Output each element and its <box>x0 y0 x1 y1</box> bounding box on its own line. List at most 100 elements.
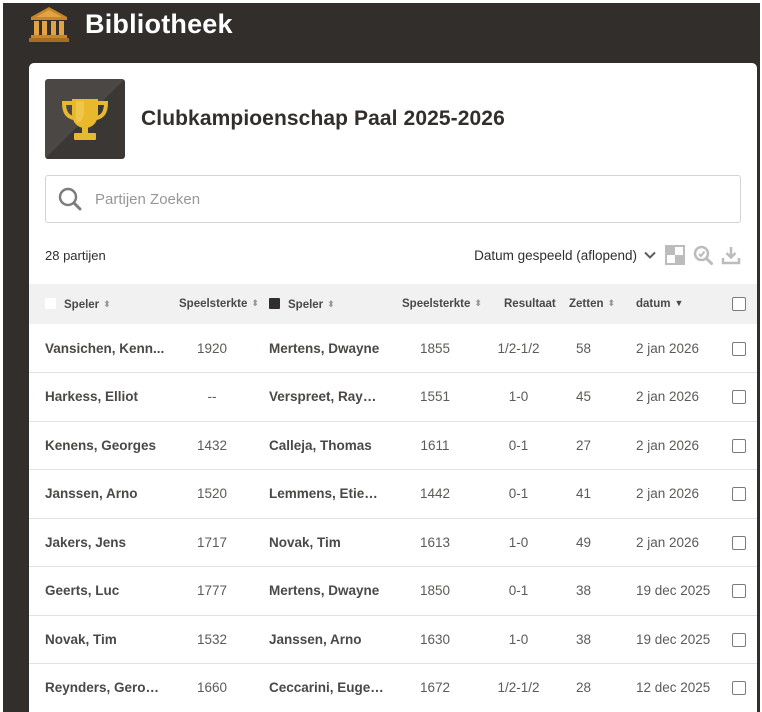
col-date[interactable]: datum ▼ <box>616 284 720 324</box>
white-rating: 1660 <box>196 680 228 696</box>
white-player-name[interactable]: Kenens, Georges <box>29 421 165 470</box>
trophy-icon <box>45 79 125 159</box>
moves-count: 38 <box>575 583 592 599</box>
table-row[interactable]: Novak, Tim 1532 Janssen, Arno 1630 1-0 38 19 d… <box>29 615 757 664</box>
col-black-rating[interactable]: Speelsterkte ⬍ <box>384 284 486 324</box>
black-player-name[interactable]: Janssen, Arno <box>259 615 384 664</box>
games-count: 28 partijen <box>45 247 106 263</box>
row-select-cell <box>720 567 757 616</box>
sort-desc-icon: ▼ <box>674 298 684 308</box>
library-card: Clubkampioenschap Paal 2025-2026 28 part… <box>29 63 757 712</box>
sort-icon: ⬍ <box>327 298 335 309</box>
analysis-icon[interactable] <box>693 245 713 265</box>
table-row[interactable]: Reynders, Gerome 1660 Ceccarini, Eugenio 16… <box>29 664 757 712</box>
white-rating: -- <box>207 389 217 405</box>
result: 1-0 <box>508 631 529 647</box>
white-rating: 1532 <box>196 631 228 647</box>
col-white-player[interactable]: Speler ⬍ <box>29 284 165 324</box>
row-select-cell <box>720 470 757 519</box>
black-player-name[interactable]: Mertens, Dwayne <box>259 324 384 373</box>
result: 1/2-1/2 <box>497 680 540 696</box>
col-moves[interactable]: Zetten ⬍ <box>551 284 616 324</box>
search-input[interactable] <box>95 190 695 208</box>
moves-count: 27 <box>575 437 592 453</box>
row-checkbox[interactable] <box>731 487 746 502</box>
black-player-name[interactable]: Mertens, Dwayne <box>259 567 384 616</box>
row-select-cell <box>720 664 757 712</box>
white-player-name[interactable]: Novak, Tim <box>29 615 165 664</box>
black-player-name[interactable]: Ceccarini, Eugenio <box>259 664 384 712</box>
app-header: Bibliotheek <box>28 2 233 46</box>
white-player-name[interactable]: Jakers, Jens <box>29 518 165 567</box>
result: 1/2-1/2 <box>497 340 540 356</box>
sort-dropdown[interactable]: Datum gespeeld (aflopend) <box>474 248 657 263</box>
result: 0-1 <box>508 486 529 502</box>
table-header-row: Speler ⬍ Speelsterkte ⬍ Speler ⬍ Speelsterk… <box>29 284 757 324</box>
club-header: Clubkampioenschap Paal 2025-2026 <box>45 79 505 159</box>
sort-icon: ⬍ <box>607 298 616 308</box>
row-checkbox[interactable] <box>731 632 746 647</box>
white-rating: 1432 <box>196 437 228 453</box>
white-player-name[interactable]: Reynders, Gerome <box>29 664 165 712</box>
white-rating: 1920 <box>196 340 228 356</box>
col-white-rating[interactable]: Speelsterkte ⬍ <box>165 284 259 324</box>
sort-label: Datum gespeeld (aflopend) <box>474 247 637 263</box>
table-row[interactable]: Kenens, Georges 1432 Calleja, Thomas 1611 0-… <box>29 421 757 470</box>
moves-count: 58 <box>575 340 592 356</box>
black-rating: 1613 <box>419 534 451 550</box>
white-player-name[interactable]: Geerts, Luc <box>29 567 165 616</box>
white-square-icon <box>45 297 56 309</box>
moves-count: 38 <box>575 631 592 647</box>
row-checkbox[interactable] <box>731 438 746 453</box>
table-row[interactable]: Geerts, Luc 1777 Mertens, Dwayne 1850 0-1 38 1… <box>29 567 757 616</box>
row-checkbox[interactable] <box>731 681 746 696</box>
row-checkbox[interactable] <box>731 341 746 356</box>
club-title: Clubkampioenschap Paal 2025-2026 <box>141 107 505 130</box>
black-player-name[interactable]: Lemmens, Etienne <box>259 470 384 519</box>
row-select-cell <box>720 421 757 470</box>
result: 0-1 <box>508 583 529 599</box>
game-date: 2 jan 2026 <box>636 340 700 356</box>
row-checkbox[interactable] <box>731 390 746 405</box>
game-date: 2 jan 2026 <box>636 389 700 405</box>
black-rating: 1850 <box>419 583 451 599</box>
col-result[interactable]: Resultaat <box>486 284 556 324</box>
table-row[interactable]: Jakers, Jens 1717 Novak, Tim 1613 1-0 49 2 jan… <box>29 518 757 567</box>
col-black-player[interactable]: Speler ⬍ <box>259 284 384 324</box>
game-date: 12 dec 2025 <box>636 680 711 696</box>
black-rating: 1855 <box>419 340 451 356</box>
game-date: 2 jan 2026 <box>636 534 700 550</box>
row-select-cell <box>720 615 757 664</box>
result: 0-1 <box>508 437 529 453</box>
row-checkbox[interactable] <box>731 535 746 550</box>
col-select-all <box>720 284 757 324</box>
white-player-name[interactable]: Vansichen, Kenn... <box>29 324 165 373</box>
download-icon[interactable] <box>721 245 741 265</box>
white-player-name[interactable]: Harkess, Elliot <box>29 373 165 422</box>
black-rating: 1551 <box>419 389 451 405</box>
select-all-checkbox[interactable] <box>731 297 746 311</box>
search-bar[interactable] <box>45 175 741 223</box>
result: 1-0 <box>508 534 529 550</box>
black-player-name[interactable]: Verspreet, Raym... <box>259 373 384 422</box>
sort-icon: ⬍ <box>103 298 111 309</box>
black-player-name[interactable]: Calleja, Thomas <box>259 421 384 470</box>
table-row[interactable]: Janssen, Arno 1520 Lemmens, Etienne 1442 0-1… <box>29 470 757 519</box>
game-date: 19 dec 2025 <box>636 583 711 599</box>
table-row[interactable]: Harkess, Elliot -- Verspreet, Raym... 1551 1… <box>29 373 757 422</box>
game-date: 2 jan 2026 <box>636 486 700 502</box>
board-icon[interactable] <box>665 245 685 265</box>
row-checkbox[interactable] <box>731 584 746 599</box>
black-rating: 1611 <box>420 437 450 453</box>
row-select-cell <box>720 518 757 567</box>
results-toolbar: 28 partijen Datum gespeeld (aflopend) <box>45 241 741 269</box>
table-row[interactable]: Vansichen, Kenn... 1920 Mertens, Dwayne 185… <box>29 324 757 373</box>
white-player-name[interactable]: Janssen, Arno <box>29 470 165 519</box>
game-date: 19 dec 2025 <box>636 631 711 647</box>
library-icon[interactable] <box>28 4 70 44</box>
black-rating: 1672 <box>419 680 451 696</box>
white-rating: 1520 <box>196 486 228 502</box>
moves-count: 28 <box>575 680 592 696</box>
white-rating: 1777 <box>196 583 228 599</box>
black-player-name[interactable]: Novak, Tim <box>259 518 384 567</box>
